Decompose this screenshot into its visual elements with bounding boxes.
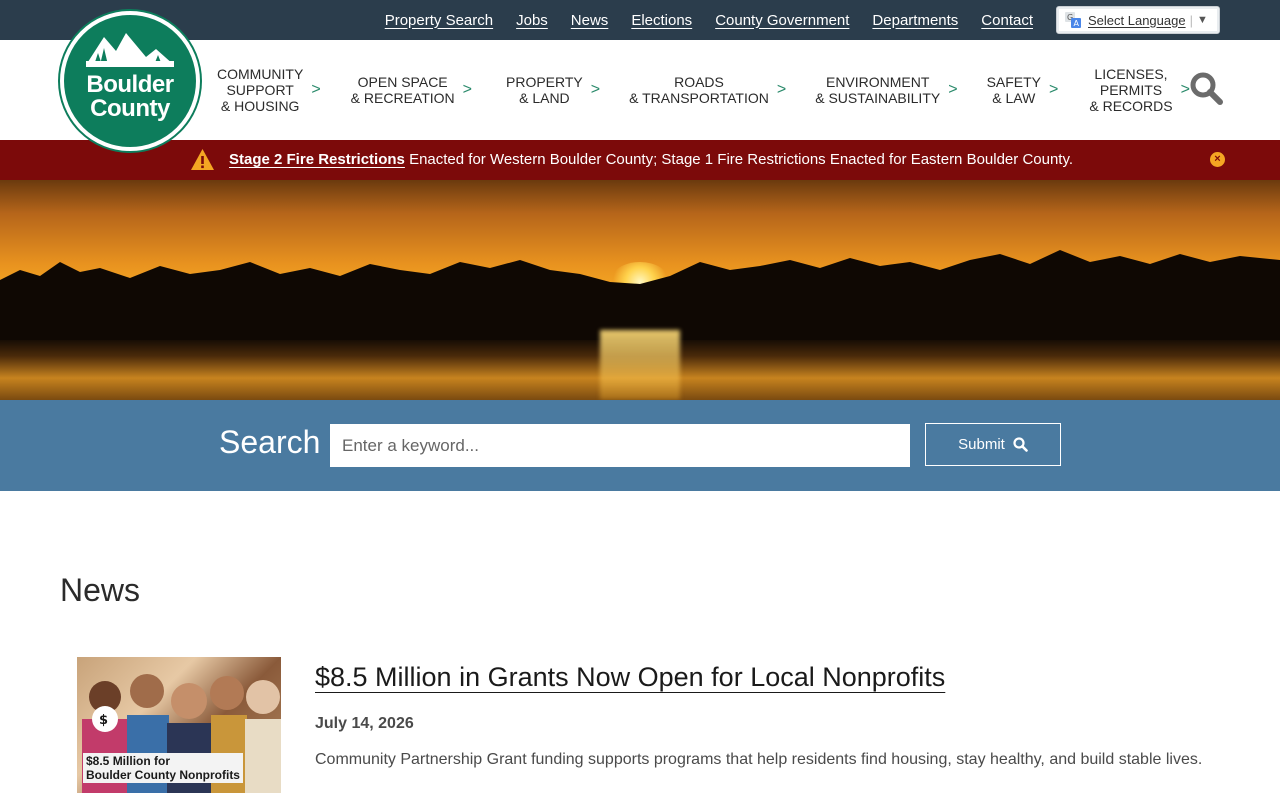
chevron-right-icon: > [590, 81, 601, 98]
nav-label-line: ROADS [674, 74, 724, 90]
news-item: $ $8.5 Million for Boulder County Nonpro… [77, 657, 1217, 800]
utility-link-elections[interactable]: Elections [631, 12, 692, 29]
nav-label-line: & RECREATION [350, 90, 455, 106]
nav-item-label: SAFETY & LAW [987, 74, 1041, 106]
nav-label-line: SUPPORT [226, 82, 294, 98]
chevron-right-icon: > [311, 81, 321, 98]
county-logo[interactable]: Boulder County [60, 11, 200, 151]
alert-link-fire-restrictions[interactable]: Stage 2 Fire Restrictions [229, 151, 405, 168]
main-nav: COMMUNITY SUPPORT & HOUSING > OPEN SPACE… [210, 40, 1190, 140]
language-select-divider: | [1189, 12, 1193, 28]
search-label: Search [219, 424, 321, 460]
alert-message-text: Enacted for Western Boulder County; Stag… [404, 151, 1074, 168]
nav-item-community-support-housing[interactable]: COMMUNITY SUPPORT & HOUSING > [217, 66, 321, 114]
logo-text-line2: County [90, 95, 170, 122]
chevron-right-icon: > [462, 81, 472, 98]
nav-label-line: & SUSTAINABILITY [815, 90, 941, 106]
logo-text: Boulder County [64, 73, 196, 121]
nav-label-line: & HOUSING [220, 98, 300, 114]
utility-link-contact[interactable]: Contact [981, 12, 1033, 29]
caption-line: Boulder County Nonprofits [86, 768, 240, 782]
nav-label-line: PROPERTY [506, 74, 583, 90]
submit-button-label: Submit [958, 436, 1005, 453]
nav-label-line: COMMUNITY [217, 66, 304, 82]
nav-item-property-land[interactable]: PROPERTY & LAND > [506, 74, 600, 106]
utility-link-county-government[interactable]: County Government [715, 12, 849, 29]
nav-label-line: SAFETY [986, 74, 1042, 90]
svg-text:$: $ [99, 713, 108, 728]
nav-item-safety-law[interactable]: SAFETY & LAW > [987, 74, 1059, 106]
nav-label-line: PERMITS [1099, 82, 1163, 98]
svg-text:A: A [1074, 19, 1080, 28]
warning-icon [191, 149, 214, 170]
hero-image [0, 180, 1280, 400]
chevron-right-icon: > [948, 81, 958, 98]
search-icon [1190, 72, 1223, 105]
utility-link-departments[interactable]: Departments [872, 12, 958, 29]
nav-label-line: & LAW [992, 90, 1036, 106]
translate-icon: G A [1065, 12, 1081, 28]
news-item-image[interactable]: $ $8.5 Million for Boulder County Nonpro… [77, 657, 281, 793]
nav-item-licenses-permits-records[interactable]: LICENSES, PERMITS & RECORDS > [1089, 66, 1190, 114]
nav-label-line: ENVIRONMENT [825, 74, 930, 90]
chevron-right-icon: > [1180, 81, 1190, 98]
close-icon: × [1214, 153, 1221, 165]
nav-label-line: OPEN SPACE [357, 74, 448, 90]
utility-link-news[interactable]: News [571, 12, 609, 29]
nav-item-label: COMMUNITY SUPPORT & HOUSING [217, 66, 303, 114]
news-item-summary: Community Partnership Grant funding supp… [315, 751, 1203, 768]
search-icon [1013, 437, 1028, 452]
submit-button[interactable]: Submit [925, 423, 1061, 466]
news-item-date: July 14, 2026 [315, 715, 414, 732]
search-input[interactable] [330, 424, 910, 467]
nav-label-line: & RECORDS [1089, 98, 1173, 114]
search-band: Search Submit [0, 400, 1280, 491]
chevron-right-icon: > [776, 81, 787, 98]
utility-link-jobs[interactable]: Jobs [516, 12, 548, 29]
alert-message: Stage 2 Fire Restrictions Enacted for We… [229, 151, 1073, 168]
utility-link-property-search[interactable]: Property Search [385, 12, 493, 29]
nav-item-label: ENVIRONMENT & SUSTAINABILITY [815, 74, 940, 106]
language-select-label: Select Language [1088, 12, 1186, 28]
dropdown-arrow-icon: ▼ [1196, 14, 1208, 26]
nav-item-label: ROADS & TRANSPORTATION [629, 74, 769, 106]
sun-reflection [600, 330, 680, 400]
alert-close-button[interactable]: × [1210, 152, 1225, 167]
nav-item-roads-transportation[interactable]: ROADS & TRANSPORTATION > [629, 74, 786, 106]
tree-silhouette [0, 250, 1280, 340]
language-select[interactable]: G A Select Language | ▼ [1056, 6, 1220, 34]
nav-item-label: PROPERTY & LAND [506, 74, 583, 106]
nav-item-label: LICENSES, PERMITS & RECORDS [1089, 66, 1172, 114]
nav-label-line: & TRANSPORTATION [629, 90, 769, 106]
caption-line: $8.5 Million for [86, 754, 171, 768]
nav-item-label: OPEN SPACE & RECREATION [351, 74, 455, 106]
nav-item-environment-sustainability[interactable]: ENVIRONMENT & SUSTAINABILITY > [815, 74, 957, 106]
search-toggle-button[interactable] [1190, 72, 1224, 106]
news-heading: News [60, 572, 141, 608]
chevron-right-icon: > [1049, 81, 1059, 98]
nav-label-line: LICENSES, [1094, 66, 1168, 82]
news-item-image-caption: $8.5 Million for Boulder County Nonprofi… [83, 753, 243, 783]
nav-item-open-space-recreation[interactable]: OPEN SPACE & RECREATION > [351, 74, 472, 106]
utility-nav: Property Search Jobs News Elections Coun… [362, 0, 1033, 40]
nav-label-line: & LAND [519, 90, 570, 106]
news-item-title-link[interactable]: $8.5 Million in Grants Now Open for Loca… [315, 662, 945, 693]
logo-text-line1: Boulder [86, 71, 174, 98]
